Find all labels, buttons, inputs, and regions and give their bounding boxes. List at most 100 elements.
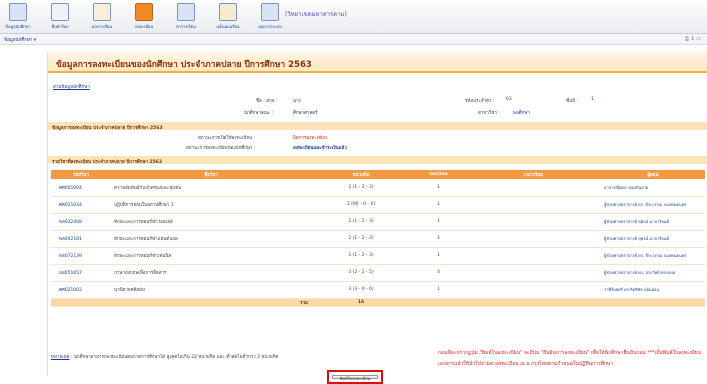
logout-icon bbox=[261, 3, 279, 21]
course-time bbox=[466, 196, 601, 214]
total-row: รวม 16 bbox=[51, 298, 705, 307]
course-time bbox=[466, 247, 601, 265]
total-filler bbox=[411, 298, 705, 307]
column-header: รหัสวิชา bbox=[51, 170, 111, 179]
table-header-row: รหัสวิชา ชื่อวิชา หน่วยกิต section เวลาเ… bbox=[51, 170, 705, 179]
course-code: พล042181 bbox=[51, 230, 111, 248]
course-teacher: ผู้ช่วยศาสตราจารย์ ดร. จีระวรรณ กมลพนธนพ… bbox=[601, 196, 705, 214]
course-teacher: ผู้ช่วยศาสตราจารย์ ดร. จีระวรรณ กมลพนธนพ… bbox=[601, 247, 705, 265]
course-section: 1 bbox=[411, 247, 466, 265]
student-info-link[interactable]: ส่วนข้อมูลนักศึกษา bbox=[53, 83, 90, 90]
registration-icon bbox=[135, 3, 153, 21]
main-toolbar: ข้อมูลนักศึกษา ยื่นคำร้อง ผลการเรียน ลงท… bbox=[0, 0, 707, 34]
course-teacher: ผู้ช่วยศาสตราจารย์ สุพจน์ นาจาริยนต์ bbox=[601, 230, 705, 248]
course-section: 1 bbox=[411, 213, 466, 231]
registration-panel: ข้อมูลการลงทะเบียนของนักศึกษา ประจำภาคปล… bbox=[47, 52, 707, 376]
level-value: 1 bbox=[591, 97, 594, 102]
toolbar-student-info-button[interactable]: ข้อมูลนักศึกษา bbox=[0, 3, 36, 33]
table-row: ศศ021034 ปฏิบัติการสอนในสถานศึกษา 1 2 (9… bbox=[51, 196, 705, 214]
course-credit: 3 (2 - 2 - 5) bbox=[311, 264, 411, 282]
level-label: ชั้นปี : bbox=[566, 99, 578, 104]
course-name: ทักษะและการสอนกีฬาวอลเลย์ bbox=[111, 213, 311, 231]
toolbar-petition-button[interactable]: ยื่นคำร้อง bbox=[42, 3, 78, 33]
table-row: ศศ001004 ความสัมพันธ์กับปกครองและชุมชน 2… bbox=[51, 179, 705, 197]
clipboard-icon bbox=[219, 3, 237, 21]
warning-text: ก่อนที่จะปรากฏปุ่ม "พิมพ์ใบลงทะเบียน" จะ… bbox=[438, 350, 701, 367]
table-row: พล072139 ทักษะและการสอนกีฬาเทนนิส 2 (1 -… bbox=[51, 247, 705, 265]
toolbar-label: ลงทะเบียน bbox=[134, 24, 154, 29]
course-name: นวนิยายคดีสมัย bbox=[111, 281, 311, 299]
course-name: ทักษะและการสอนกีฬาแฮนด์บอล bbox=[111, 230, 311, 248]
toolbar-label: ยื่นคำร้อง bbox=[51, 24, 69, 29]
course-code: พล072139 bbox=[51, 247, 111, 265]
sub-menu-bar: ข้อมูลนักศึกษา ▾ ⎙ ↕ ▭ bbox=[0, 34, 707, 45]
course-section: 1 bbox=[411, 230, 466, 248]
calendar-icon bbox=[177, 3, 195, 21]
toolbar-label: ข้อมูลนักศึกษา bbox=[5, 24, 31, 29]
total-label: รวม bbox=[51, 298, 311, 307]
registration-status-value: ลงทะเบียนและชำระเงินแล้ว bbox=[293, 146, 347, 151]
course-section: 1 bbox=[411, 179, 466, 197]
id-label: รหัสประจำตัว : bbox=[465, 99, 495, 104]
course-code: ศศ001004 bbox=[51, 179, 111, 197]
toolbar-logout-button[interactable]: ออกจากระบบ bbox=[252, 3, 288, 33]
page-title: ข้อมูลการลงทะเบียนของนักศึกษา ประจำภาคปล… bbox=[56, 60, 312, 70]
id-value: 63 bbox=[506, 97, 512, 102]
window-controls[interactable]: ⎙ ↕ ▭ bbox=[685, 36, 701, 42]
course-credit: 2 (1 - 2 - 3) bbox=[311, 179, 411, 197]
note-link[interactable]: หมายเหตุ bbox=[51, 355, 70, 360]
name-label: ชื่อ - สกุล : bbox=[256, 99, 278, 104]
course-credit: 2 (90 - 0 - 0) bbox=[311, 196, 411, 214]
toolbar-timetable-button[interactable]: ตารางเรียน bbox=[168, 3, 204, 33]
print-registration-button-highlight[interactable]: พิมพ์ใบลงทะเบียน bbox=[327, 370, 383, 384]
course-section: 1 bbox=[411, 196, 466, 214]
note: หมายเหตุ : นักศึกษาสามารถลงทะเบียนต่อภาค… bbox=[51, 353, 278, 360]
table-row: มส051057 ภาษาอังกฤษเพื่อการสื่อสาร 3 (2 … bbox=[51, 264, 705, 282]
course-time bbox=[466, 179, 601, 197]
course-time bbox=[466, 230, 601, 248]
course-time bbox=[466, 213, 601, 231]
course-code: มส051057 bbox=[51, 264, 111, 282]
course-time bbox=[466, 281, 601, 299]
page-title-bar: ข้อมูลการลงทะเบียนของนักศึกษา ประจำภาคปล… bbox=[48, 52, 707, 73]
toolbar-registration-button[interactable]: ลงทะเบียน bbox=[126, 3, 162, 33]
toolbar-label: แจ้งแผนเรียน bbox=[216, 24, 240, 29]
name-value: นาง bbox=[293, 99, 301, 104]
toolbar-plan-button[interactable]: แจ้งแผนเรียน bbox=[210, 3, 246, 33]
toolbar-label: ตารางเรียน bbox=[176, 24, 196, 29]
campus-title: (วิทยาเขตมหาสารคาม) bbox=[285, 11, 347, 18]
table-row: พล032448 ทักษะและการสอนกีฬาวอลเลย์ 2 (1 … bbox=[51, 213, 705, 231]
course-time bbox=[466, 264, 601, 282]
major-label: สาขาวิชา : bbox=[478, 111, 500, 116]
table-row: พล042181 ทักษะและการสอนกีฬาแฮนด์บอล 2 (1… bbox=[51, 230, 705, 248]
student-info-menu[interactable]: ข้อมูลนักศึกษา ▾ bbox=[4, 36, 36, 43]
note-text: : นักศึกษาสามารถลงทะเบียนต่อภาคการศึกษาไ… bbox=[70, 355, 279, 360]
registration-open-label: สถานะการเปิดให้ลงทะเบียน : bbox=[198, 136, 256, 141]
course-code: ศศ021002 bbox=[51, 281, 111, 299]
total-credits: 16 bbox=[311, 298, 411, 307]
course-credit: 2 (1 - 2 - 3) bbox=[311, 230, 411, 248]
course-code: พล032448 bbox=[51, 213, 111, 231]
column-header: หน่วยกิต bbox=[311, 170, 411, 179]
column-header: ผู้สอน bbox=[601, 170, 705, 179]
registration-section-header: ข้อมูลการลงทะเบียน ประจำภาคปลาย ปีการศึก… bbox=[48, 122, 707, 131]
course-credit: 2 (1 - 2 - 3) bbox=[311, 213, 411, 231]
toolbar-label: ออกจากระบบ bbox=[258, 24, 282, 29]
column-header: ชื่อวิชา bbox=[111, 170, 311, 179]
pencil-icon bbox=[51, 3, 69, 21]
course-teacher: อาจารย์นิตยา ทองกันสาย bbox=[601, 179, 705, 197]
program-label: นักศึกษาคณะ : bbox=[244, 111, 274, 116]
course-name: ความสัมพันธ์กับปกครองและชุมชน bbox=[111, 179, 311, 197]
course-teacher: ว่าที่ร้อยตรี ดร.กิตติชัย แย้มอ่อน bbox=[601, 281, 705, 299]
document-icon bbox=[93, 3, 111, 21]
course-section: 1 bbox=[411, 281, 466, 299]
registration-status-label: สถานะการลงทะเบียนของนักศึกษา : bbox=[186, 146, 256, 151]
registration-open-value: ปิดการลงทะเบียน bbox=[293, 136, 327, 141]
course-teacher: ผู้ช่วยศาสตราจารย์ สุพจน์ นาจาริยนต์ bbox=[601, 213, 705, 231]
folder-icon bbox=[9, 3, 27, 21]
course-teacher: ผู้ช่วยศาสตราจารย์ ดร. ประวิทย์ ทรงกนธ bbox=[601, 264, 705, 282]
course-name: ทักษะและการสอนกีฬาเทนนิส bbox=[111, 247, 311, 265]
toolbar-grades-button[interactable]: ผลการเรียน bbox=[84, 3, 120, 33]
column-header: เวลาเรียน bbox=[466, 170, 601, 179]
course-credit: 3 (3 - 0 - 6) bbox=[311, 281, 411, 299]
